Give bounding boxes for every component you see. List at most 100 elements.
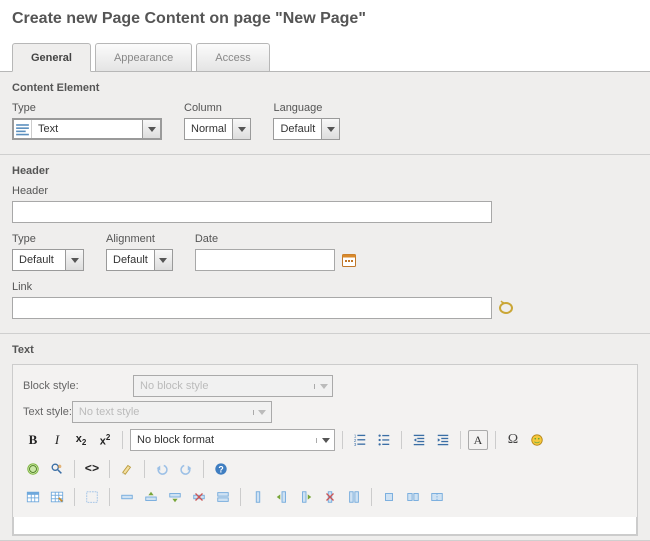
delete-row-button[interactable] [189,487,209,507]
label-link: Link [12,281,638,293]
redo-button[interactable] [176,459,196,479]
section-content-element: Content Element Type Text Column Normal … [0,72,650,155]
insert-row-after-button[interactable] [165,487,185,507]
input-header[interactable] [12,201,492,223]
tab-appearance[interactable]: Appearance [95,43,192,71]
cell-properties-button[interactable] [379,487,399,507]
select-value: No block format [131,434,316,446]
separator [371,488,372,506]
select-header-type[interactable]: Default [12,249,84,271]
select-column[interactable]: Normal [184,118,251,140]
label-language: Language [273,102,340,114]
subscript-button[interactable]: x2 [71,430,91,450]
chevron-down-icon [142,120,160,138]
label-header: Header [12,185,638,197]
select-language[interactable]: Default [273,118,340,140]
chevron-down-icon [314,384,332,389]
split-row-button[interactable] [213,487,233,507]
rte-toolbar-3 [23,483,627,511]
outdent-button[interactable] [409,430,429,450]
insert-link-button[interactable] [23,459,43,479]
section-title: Text [12,344,638,356]
chevron-down-icon [65,250,83,270]
select-value: Normal [185,119,232,139]
text-color-button[interactable]: A [468,430,488,450]
input-date[interactable] [195,249,335,271]
select-value: Text [32,120,142,138]
separator [203,460,204,478]
separator [144,460,145,478]
select-value: Default [13,250,65,270]
label-text-style: Text style: [23,406,72,418]
separator [109,488,110,506]
separator [122,431,123,449]
find-replace-button[interactable] [47,459,67,479]
tab-label: Appearance [114,52,173,64]
text-content-icon [14,120,32,138]
label-date: Date [195,233,357,245]
remove-format-button[interactable] [117,459,137,479]
chevron-down-icon [232,119,250,139]
superscript-button[interactable]: x2 [95,430,115,450]
section-title: Header [12,165,638,177]
insert-emoticon-button[interactable] [527,430,547,450]
separator [109,460,110,478]
ordered-list-button[interactable]: 123 [350,430,370,450]
chevron-down-icon [321,119,339,139]
label-header-type: Type [12,233,84,245]
rte-toolbar-1: B I x2 x2 No block format 123 A Ω [23,425,627,455]
label-type: Type [12,102,162,114]
select-value: Default [274,119,321,139]
row-properties-button[interactable] [117,487,137,507]
column-properties-button[interactable] [248,487,268,507]
tab-label: Access [215,52,250,64]
rte-editor: Block style: No block style Text style: … [12,364,638,536]
insert-row-before-button[interactable] [141,487,161,507]
label-block-style: Block style: [23,380,79,392]
select-value: No block style [134,380,314,392]
tab-general[interactable]: General [12,43,91,72]
svg-text:3: 3 [354,442,357,447]
split-column-button[interactable] [344,487,364,507]
help-button[interactable]: ? [211,459,231,479]
select-block-style[interactable]: No block style [133,375,333,397]
link-wizard-icon[interactable] [498,300,514,316]
insert-table-button[interactable] [23,487,43,507]
undo-button[interactable] [152,459,172,479]
insert-column-before-button[interactable] [272,487,292,507]
bold-button[interactable]: B [23,430,43,450]
label-column: Column [184,102,251,114]
rte-textarea[interactable] [13,517,637,535]
select-content-type[interactable]: Text [12,118,162,140]
section-title: Content Element [12,82,638,94]
select-text-style[interactable]: No text style [72,401,272,423]
insert-character-button[interactable]: Ω [503,430,523,450]
tabs-bar: General Appearance Access [0,42,650,72]
separator [240,488,241,506]
separator [342,431,343,449]
select-alignment[interactable]: Default [106,249,173,271]
input-link[interactable] [12,297,492,319]
delete-column-button[interactable] [320,487,340,507]
select-block-format[interactable]: No block format [130,429,335,451]
separator [495,431,496,449]
tab-access[interactable]: Access [196,43,269,71]
unordered-list-button[interactable] [374,430,394,450]
merge-cells-button[interactable] [427,487,447,507]
table-properties-button[interactable] [47,487,67,507]
insert-column-after-button[interactable] [296,487,316,507]
toggle-source-button[interactable]: <> [82,459,102,479]
page-title: Create new Page Content on page "New Pag… [0,0,650,42]
indent-button[interactable] [433,430,453,450]
select-value: No text style [73,406,253,418]
rte-toolbar-2: <> ? [23,455,627,483]
tab-label: General [31,52,72,64]
separator [460,431,461,449]
calendar-icon[interactable] [341,252,357,268]
toggle-borders-button[interactable] [82,487,102,507]
separator [74,460,75,478]
italic-button[interactable]: I [47,430,67,450]
split-cell-button[interactable] [403,487,423,507]
section-text: Text Block style: No block style Text st… [0,334,650,541]
select-value: Default [107,250,154,270]
